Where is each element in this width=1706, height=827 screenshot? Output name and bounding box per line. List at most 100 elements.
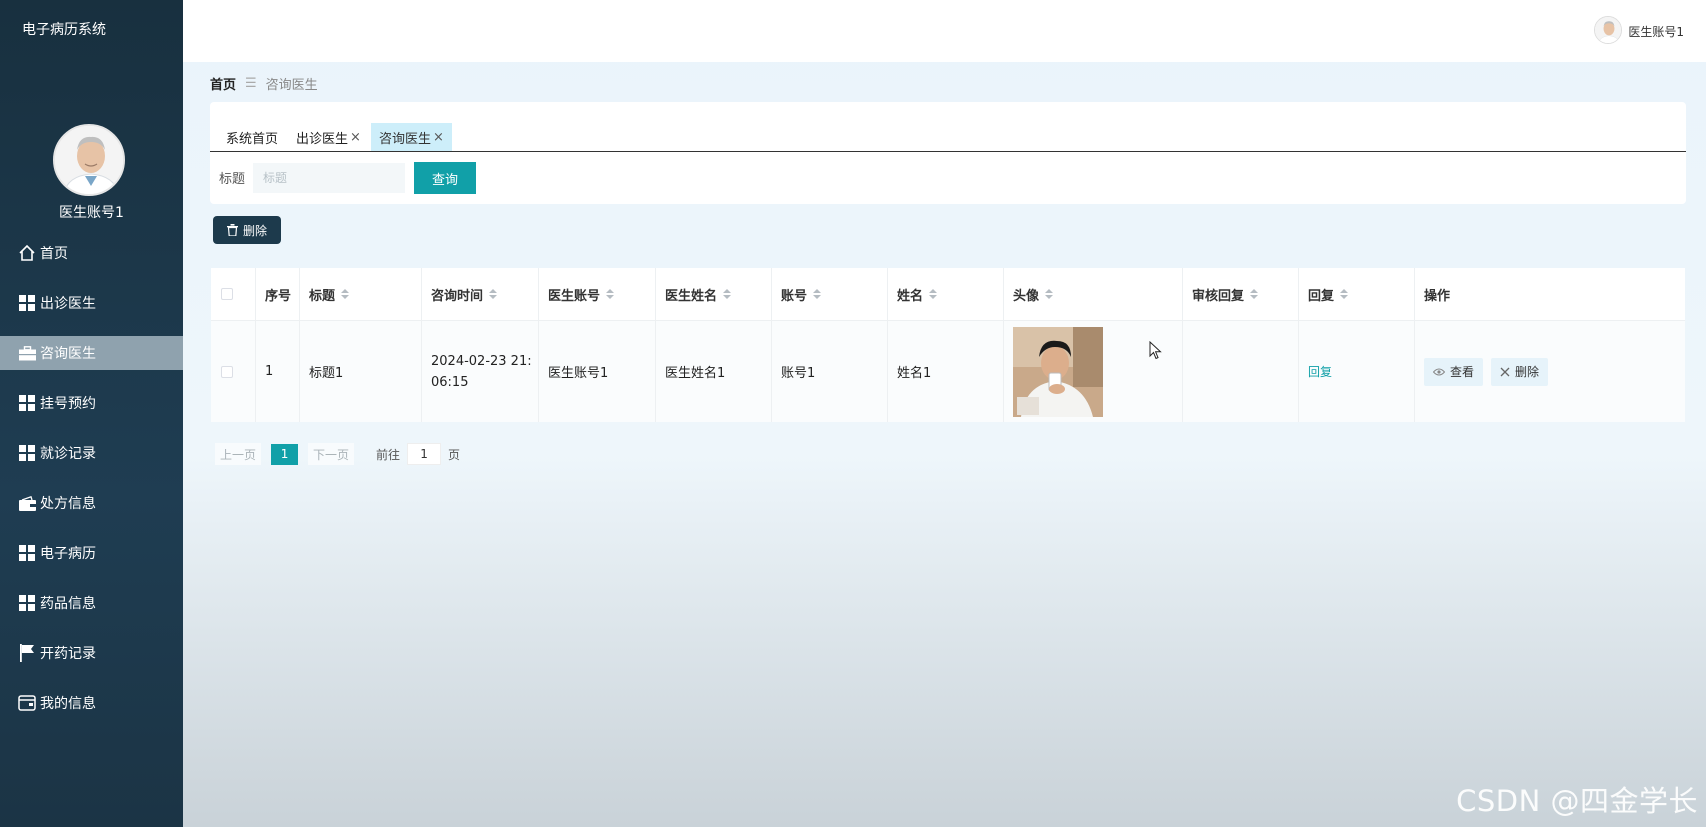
user-photo[interactable] <box>1013 326 1103 417</box>
column-header[interactable]: 咨询时间 <box>422 268 539 320</box>
view-button-label: 查看 <box>1450 365 1475 379</box>
sidebar-item-label: 处方信息 <box>40 496 96 512</box>
close-icon[interactable]: × <box>350 130 361 145</box>
search-panel: 系统首页 出诊医生 × 咨询医生 × 标题 查询 <box>210 102 1686 204</box>
sidebar-item-attending-doctors[interactable]: 出诊医生 <box>0 286 183 320</box>
briefcase-icon <box>17 344 37 362</box>
row-delete-button[interactable]: 删除 <box>1491 357 1549 386</box>
view-button[interactable]: 查看 <box>1424 357 1484 386</box>
breadcrumb: 首页 ☰ 咨询医生 <box>210 74 318 93</box>
index-cell: 1 <box>256 321 300 422</box>
column-label: 头像 <box>1013 288 1040 304</box>
column-label: 回复 <box>1308 288 1335 304</box>
title-search-input[interactable] <box>253 163 405 193</box>
breadcrumb-current: 咨询医生 <box>265 78 318 93</box>
sidebar-item-dispensing-records[interactable]: 开药记录 <box>0 636 183 670</box>
column-label: 序号 <box>265 288 292 304</box>
sort-icon[interactable] <box>1250 288 1259 300</box>
review-reply-cell <box>1183 321 1299 422</box>
column-label: 医生姓名 <box>665 288 718 304</box>
sidebar-item-home[interactable]: 首页 <box>0 236 183 270</box>
sidebar-item-label: 开药记录 <box>40 646 96 662</box>
column-header[interactable]: 医生姓名 <box>656 268 772 320</box>
delete-button-label: 删除 <box>242 223 267 238</box>
sort-icon[interactable] <box>341 288 350 300</box>
sort-icon[interactable] <box>723 288 732 300</box>
sidebar-item-my-info[interactable]: 我的信息 <box>0 686 183 720</box>
column-label: 审核回复 <box>1192 288 1245 304</box>
tab-label: 系统首页 <box>226 131 279 147</box>
select-all-checkbox[interactable] <box>221 288 233 300</box>
column-header: 序号 <box>256 268 300 320</box>
sidebar-item-visit-records[interactable]: 就诊记录 <box>0 436 183 470</box>
breadcrumb-home[interactable]: 首页 <box>210 74 236 93</box>
goto-page-input[interactable] <box>407 443 442 465</box>
search-label: 标题 <box>219 172 246 187</box>
page-number-current[interactable]: 1 <box>271 443 299 465</box>
table-row: 1 标题1 2024-02-23 21: 06:15 医生账号1 医生姓名1 账… <box>211 321 1685 422</box>
column-label: 标题 <box>309 288 336 304</box>
sort-icon[interactable] <box>813 288 822 300</box>
tab-consult-doctors[interactable]: 咨询医生 × <box>370 123 452 151</box>
column-header[interactable]: 回复 <box>1299 268 1415 320</box>
sort-icon[interactable] <box>606 288 615 300</box>
reply-link[interactable]: 回复 <box>1308 363 1332 380</box>
grid-icon <box>17 394 37 412</box>
column-header[interactable]: 头像 <box>1004 268 1183 320</box>
sort-icon[interactable] <box>1340 288 1349 300</box>
grid-icon <box>17 294 37 312</box>
top-header: 医生账号1 <box>183 0 1706 62</box>
sidebar-item-medicines[interactable]: 药品信息 <box>0 586 183 620</box>
close-icon <box>1500 367 1510 377</box>
prev-page-button[interactable]: 上一页 <box>215 443 262 465</box>
tab-label: 出诊医生 <box>296 131 349 147</box>
pagination: 上一页 1 下一页 前往 页 <box>215 443 460 465</box>
sidebar-item-label: 药品信息 <box>40 596 96 612</box>
column-header[interactable]: 姓名 <box>888 268 1004 320</box>
header-username[interactable]: 医生账号1 <box>1628 23 1684 40</box>
time-line: 2024-02-23 21: <box>431 353 532 369</box>
wallet-icon <box>17 494 37 512</box>
search-button[interactable]: 查询 <box>414 162 476 194</box>
sidebar-item-emr[interactable]: 电子病历 <box>0 536 183 570</box>
grid-icon <box>17 594 37 612</box>
column-header[interactable]: 标题 <box>300 268 422 320</box>
sort-icon[interactable] <box>489 288 498 300</box>
page-unit-label: 页 <box>448 447 461 462</box>
avatar[interactable] <box>53 124 125 196</box>
consult-table: 序号 标题 咨询时间 医生账号 医生姓名 账号 姓名 头像 审核回复 回复 操作… <box>211 268 1685 422</box>
close-icon[interactable]: × <box>433 130 444 145</box>
account-cell: 账号1 <box>772 321 888 422</box>
sort-icon[interactable] <box>929 288 938 300</box>
sidebar-item-label: 电子病历 <box>40 546 96 562</box>
title-cell: 标题1 <box>300 321 422 422</box>
select-all-cell <box>211 268 256 320</box>
consult-time-cell: 2024-02-23 21: 06:15 <box>422 321 539 422</box>
sort-icon[interactable] <box>1045 288 1054 300</box>
next-page-button[interactable]: 下一页 <box>308 443 355 465</box>
tab-attending-doctors[interactable]: 出诊医生 × <box>288 123 369 151</box>
header-avatar[interactable] <box>1594 16 1622 44</box>
home-icon <box>17 244 37 262</box>
delete-button[interactable]: 删除 <box>213 216 281 244</box>
doctor-avatar-image <box>55 126 123 194</box>
row-checkbox[interactable] <box>221 365 233 378</box>
eye-icon <box>1433 368 1445 376</box>
sidebar-item-label: 我的信息 <box>40 696 96 712</box>
sidebar-item-appointments[interactable]: 挂号预约 <box>0 386 183 420</box>
column-header[interactable]: 审核回复 <box>1183 268 1299 320</box>
tab-home[interactable]: 系统首页 <box>218 123 286 151</box>
column-header[interactable]: 账号 <box>772 268 888 320</box>
sidebar-item-label: 挂号预约 <box>40 396 96 412</box>
grid-icon <box>17 444 37 462</box>
sidebar-item-consult-doctors[interactable]: 咨询医生 <box>0 336 183 370</box>
tab-label: 咨询医生 <box>378 131 431 147</box>
watermark: CSDN @四金学长 <box>1456 784 1698 818</box>
card-icon <box>17 694 37 712</box>
sidebar-item-label: 咨询医生 <box>40 346 96 362</box>
time-line: 06:15 <box>431 374 469 390</box>
column-header[interactable]: 医生账号 <box>539 268 656 320</box>
sidebar-item-prescriptions[interactable]: 处方信息 <box>0 486 183 520</box>
mouse-pointer-icon <box>1149 340 1162 364</box>
column-label: 操作 <box>1424 288 1451 304</box>
